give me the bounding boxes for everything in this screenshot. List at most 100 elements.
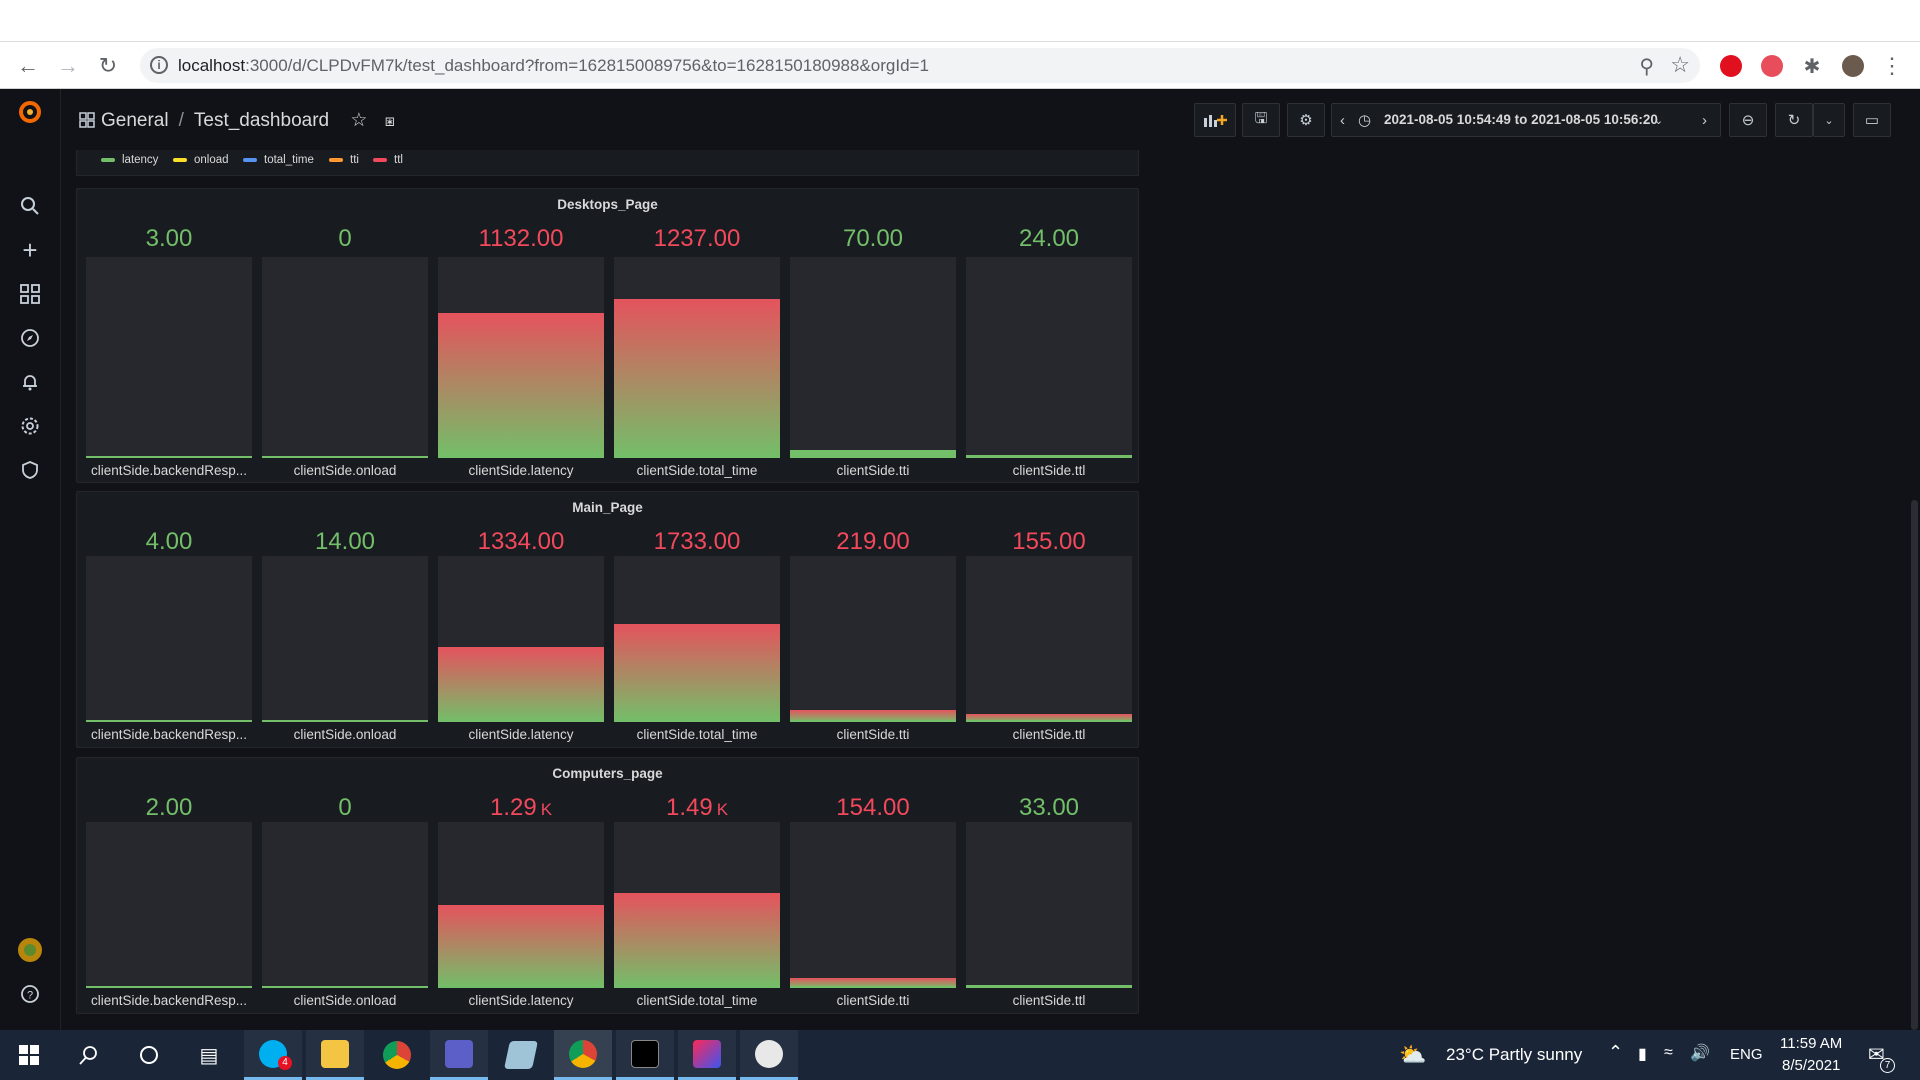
server-admin-shield-icon[interactable] xyxy=(17,457,43,483)
legend-item-latency[interactable]: latency xyxy=(101,154,158,166)
taskbar-chrome-active[interactable] xyxy=(554,1030,612,1080)
notification-count-badge: 7 xyxy=(1880,1058,1895,1073)
legend-swatch xyxy=(101,158,115,162)
zoom-icon[interactable]: ⚲ xyxy=(1639,54,1654,79)
bargauge-panel-main[interactable]: Main_Page 4.00 clientSide.backendResp... 1… xyxy=(76,491,1139,748)
bar-gauge[interactable]: 0 clientSide.onload xyxy=(262,758,428,1013)
alerting-bell-icon[interactable] xyxy=(17,369,43,395)
gauge-value: 1334.00 xyxy=(438,528,604,556)
windows-start-icon[interactable] xyxy=(0,1030,58,1080)
weather-text[interactable]: 23°C Partly sunny xyxy=(1446,1045,1582,1065)
taskbar-chrome[interactable] xyxy=(368,1030,426,1080)
battery-icon[interactable]: ▮ xyxy=(1638,1044,1647,1064)
gauge-track xyxy=(438,257,604,458)
extensions-puzzle-icon[interactable]: ✱ xyxy=(1796,51,1828,81)
taskbar-paint[interactable] xyxy=(740,1030,798,1080)
show-hidden-icons-chevron[interactable]: ⌃ xyxy=(1608,1042,1623,1063)
legend-item-tti[interactable]: tti xyxy=(329,154,359,166)
dashboards-grid-icon[interactable] xyxy=(17,281,43,307)
dashboard-settings-icon[interactable]: ⚙ xyxy=(1287,103,1325,137)
opera-extension-icon[interactable] xyxy=(1720,55,1742,77)
help-icon[interactable]: ? xyxy=(17,981,43,1007)
page-scrollbar-thumb[interactable] xyxy=(1911,500,1918,1030)
clock-time[interactable]: 11:59 AM xyxy=(1780,1035,1842,1052)
zoom-out-time-icon[interactable]: ⊖ xyxy=(1729,103,1767,137)
share-dashboard-icon[interactable]: ⧆ xyxy=(385,113,395,130)
bar-gauge[interactable]: 1334.00 clientSide.latency xyxy=(438,492,604,747)
add-panel-button[interactable] xyxy=(1194,103,1236,137)
forward-icon[interactable]: → xyxy=(52,51,84,81)
network-wifi-icon[interactable]: ≈ xyxy=(1664,1044,1673,1062)
bar-gauge[interactable]: 2.00 clientSide.backendResp... xyxy=(86,758,252,1013)
gauge-label: clientSide.total_time xyxy=(636,463,758,478)
refresh-icon[interactable]: ↻ xyxy=(1775,103,1813,137)
time-shift-back-icon[interactable]: ‹ xyxy=(1340,112,1345,129)
address-bar[interactable]: i localhost:3000/d/CLPDvFM7k/test_dashbo… xyxy=(140,48,1700,83)
gauge-track xyxy=(614,822,780,988)
profile-avatar[interactable] xyxy=(1842,55,1864,77)
time-shift-forward-icon[interactable]: › xyxy=(1702,112,1707,129)
save-dashboard-icon[interactable]: 🖫 xyxy=(1242,103,1280,137)
gauge-value: 24.00 xyxy=(966,225,1132,253)
weather-partly-sunny-icon[interactable]: ⛅ xyxy=(1398,1030,1428,1080)
legend-item-ttl[interactable]: ttl xyxy=(373,154,403,166)
url-text[interactable]: localhost:3000/d/CLPDvFM7k/test_dashboar… xyxy=(178,56,929,76)
bar-gauge[interactable]: 33.00 clientSide.ttl xyxy=(966,758,1132,1013)
bookmark-star-icon[interactable]: ☆ xyxy=(1670,52,1690,78)
configuration-gear-icon[interactable] xyxy=(17,413,43,439)
taskbar-app-paper[interactable] xyxy=(492,1030,550,1080)
dashboard-list-icon[interactable] xyxy=(79,112,95,134)
bar-gauge[interactable]: 14.00 clientSide.onload xyxy=(262,492,428,747)
time-picker[interactable]: ‹ ◷ 2021-08-05 10:54:49 to 2021-08-05 10… xyxy=(1331,103,1721,137)
search-icon[interactable] xyxy=(17,193,43,219)
user-avatar[interactable] xyxy=(17,937,43,963)
site-info-icon[interactable]: i xyxy=(150,56,168,74)
legend-item-total-time[interactable]: total_time xyxy=(243,154,314,166)
bar-gauge[interactable]: 3.00 clientSide.backendResp... xyxy=(86,189,252,483)
task-view-icon[interactable]: ▤ xyxy=(180,1030,238,1080)
bar-gauge[interactable]: 155.00 clientSide.ttl xyxy=(966,492,1132,747)
taskbar-skype[interactable]: 4 xyxy=(244,1030,302,1080)
legend-item-onload[interactable]: onload xyxy=(173,154,229,166)
bar-gauge[interactable]: 24.00 clientSide.ttl xyxy=(966,189,1132,483)
clock-date[interactable]: 8/5/2021 xyxy=(1782,1057,1840,1074)
taskbar-intellij[interactable] xyxy=(678,1030,736,1080)
reload-icon[interactable]: ↻ xyxy=(92,51,124,81)
red-extension-icon[interactable] xyxy=(1761,55,1783,77)
time-range-chevron-icon[interactable]: ⌄ xyxy=(1654,114,1663,127)
taskbar-teams[interactable] xyxy=(430,1030,488,1080)
bargauge-panel-desktops[interactable]: Desktops_Page 3.00 clientSide.backendResp… xyxy=(76,188,1139,483)
cortana-icon[interactable] xyxy=(120,1030,178,1080)
taskbar-terminal[interactable] xyxy=(616,1030,674,1080)
bar-gauge[interactable]: 1237.00 clientSide.total_time xyxy=(614,189,780,483)
browser-menu-icon[interactable]: ⋮ xyxy=(1876,51,1908,81)
legend-label: total_time xyxy=(264,154,314,166)
refresh-interval-chevron-icon[interactable]: ⌄ xyxy=(1813,103,1845,137)
plus-icon[interactable]: + xyxy=(17,235,43,265)
bar-gauge[interactable]: 1733.00 clientSide.total_time xyxy=(614,492,780,747)
bar-gauge[interactable]: 1.49 KclientSide.total_time xyxy=(614,758,780,1013)
tv-mode-icon[interactable]: ▭ xyxy=(1853,103,1891,137)
bar-gauge[interactable]: 219.00 clientSide.tti xyxy=(790,492,956,747)
dashboard-title[interactable]: Test_dashboard xyxy=(194,110,329,131)
grafana-logo-icon[interactable] xyxy=(17,99,43,125)
bar-gauge[interactable]: 4.00 clientSide.backendResp... xyxy=(86,492,252,747)
bar-gauge[interactable]: 0 clientSide.onload xyxy=(262,189,428,483)
taskbar-file-explorer[interactable] xyxy=(306,1030,364,1080)
bar-gauge[interactable]: 1132.00 clientSide.latency xyxy=(438,189,604,483)
gauge-value-number: 1237.00 xyxy=(653,225,741,252)
breadcrumb-folder[interactable]: General xyxy=(101,110,169,131)
bargauge-panel-computers[interactable]: Computers_page 2.00 clientSide.backendRes… xyxy=(76,757,1139,1014)
taskbar-search-icon[interactable] xyxy=(60,1030,118,1080)
explore-compass-icon[interactable] xyxy=(17,325,43,351)
back-icon[interactable]: ← xyxy=(12,51,44,81)
star-dashboard-icon[interactable]: ☆ xyxy=(350,110,367,131)
bar-gauge[interactable]: 154.00 clientSide.tti xyxy=(790,758,956,1013)
terminal-icon xyxy=(631,1039,659,1068)
time-range-text[interactable]: 2021-08-05 10:54:49 to 2021-08-05 10:56:… xyxy=(1376,112,1666,127)
bar-gauge[interactable]: 1.29 KclientSide.latency xyxy=(438,758,604,1013)
gauge-label: clientSide.latency xyxy=(468,463,574,478)
input-language[interactable]: ENG xyxy=(1730,1046,1763,1063)
bar-gauge[interactable]: 70.00 clientSide.tti xyxy=(790,189,956,483)
volume-icon[interactable]: 🔊 xyxy=(1690,1043,1710,1063)
